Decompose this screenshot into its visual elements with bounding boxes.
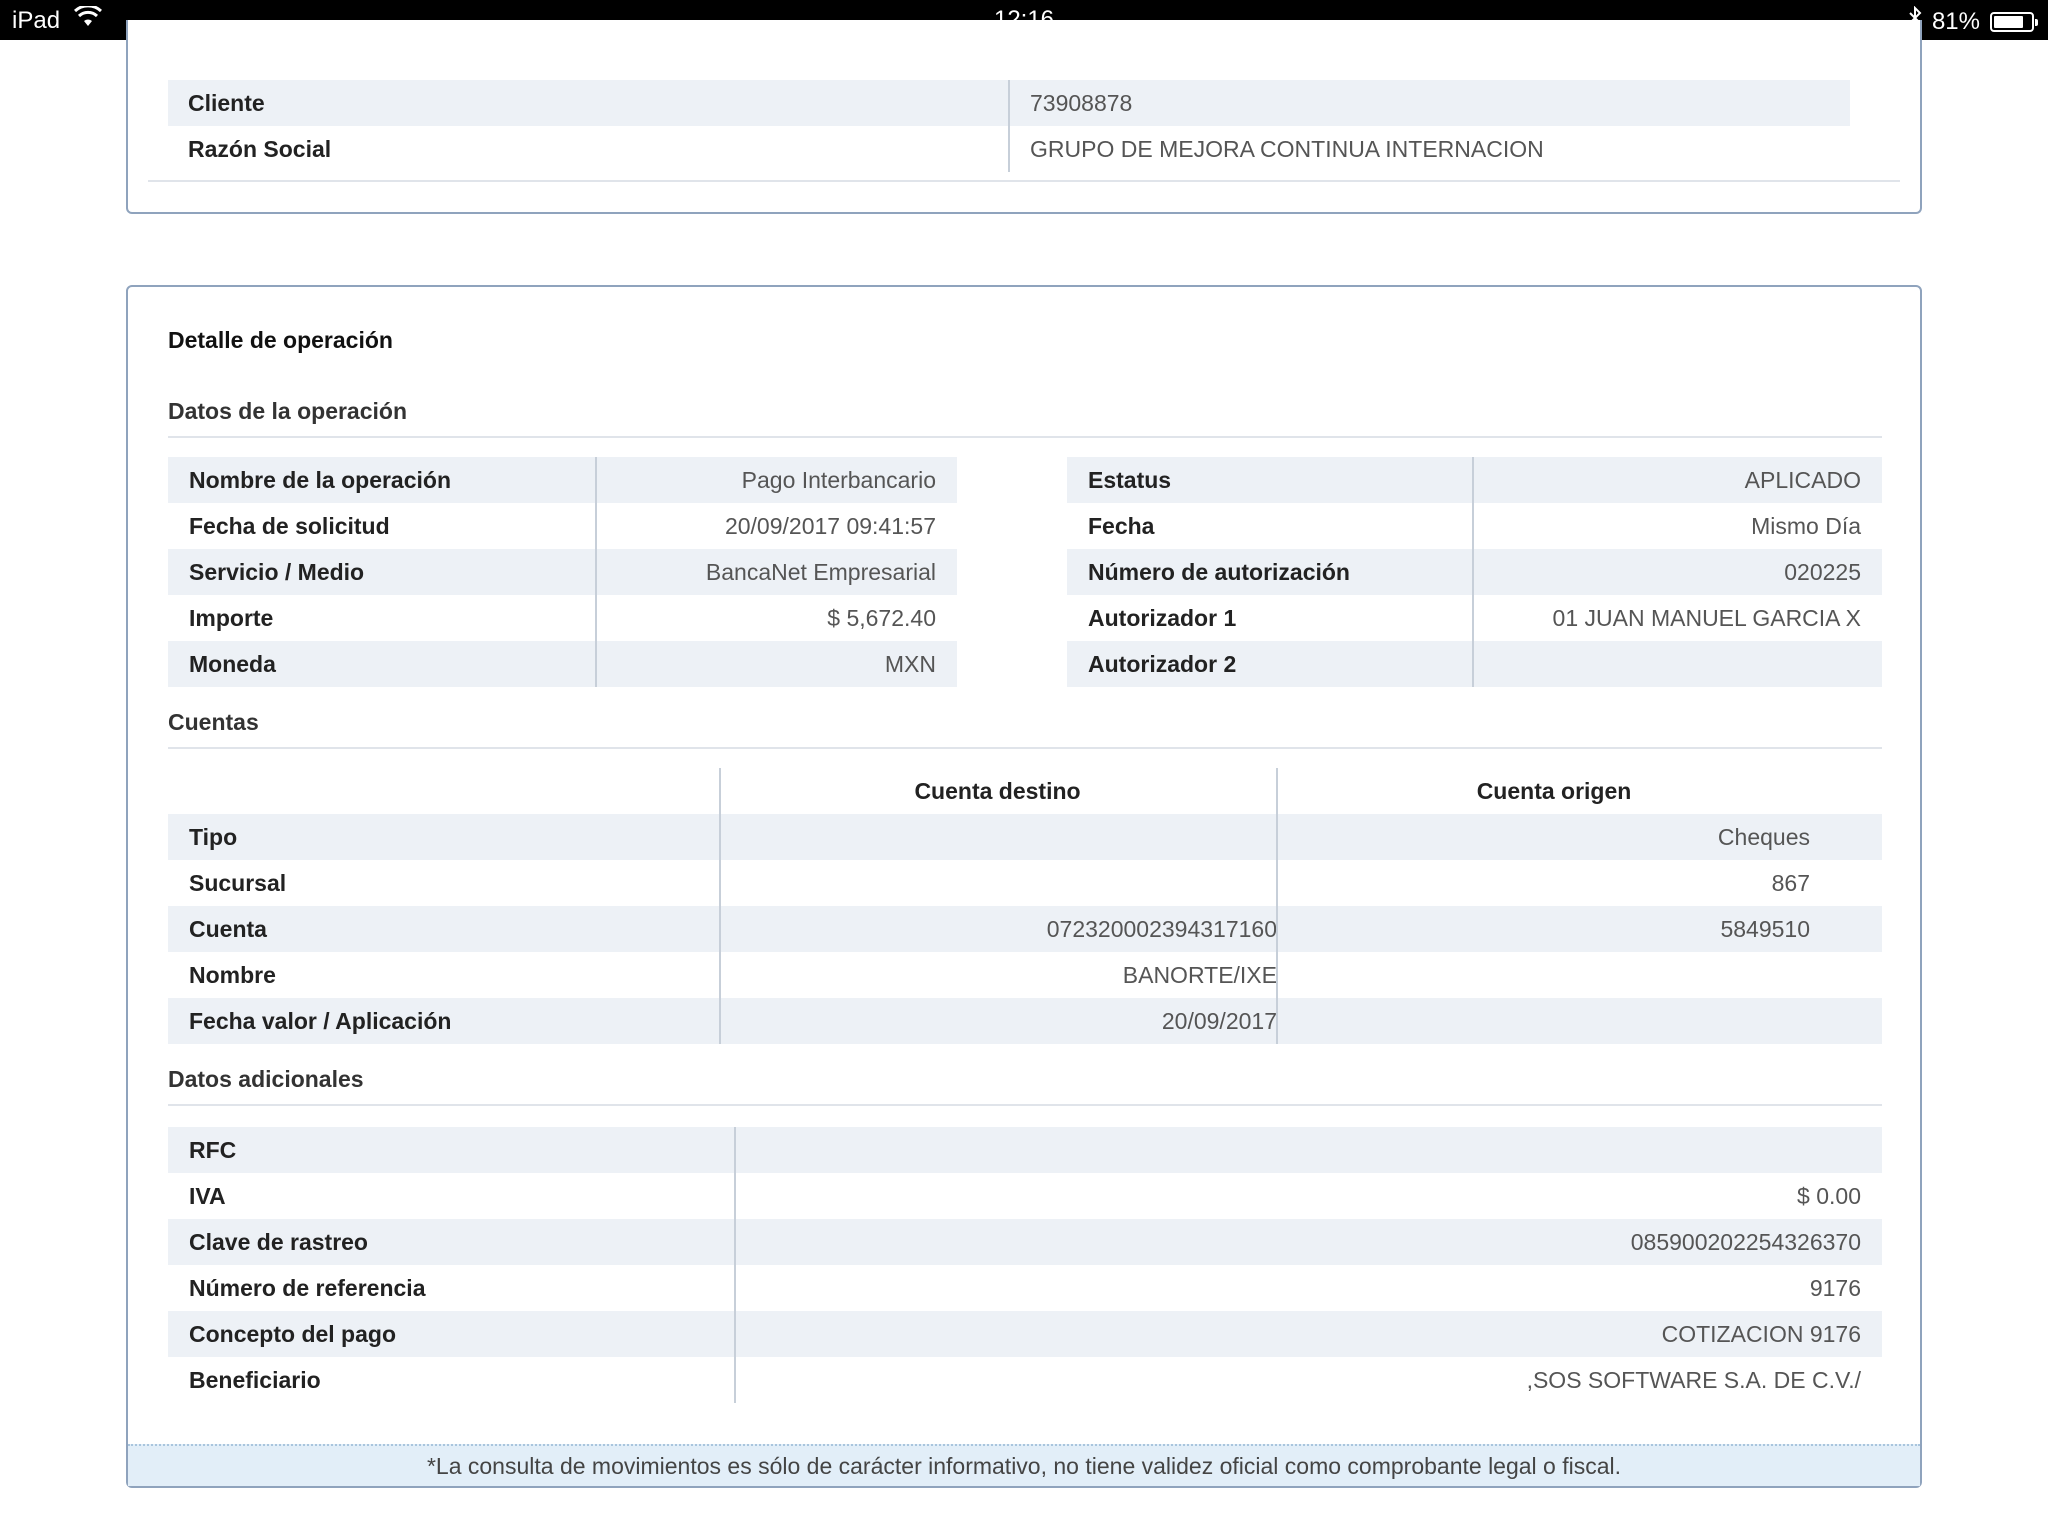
panel-title: Detalle de operación xyxy=(168,327,393,353)
table-row: Autorizador 2 xyxy=(1067,641,1882,687)
operation-detail-panel: Detalle de operación Datos de la operaci… xyxy=(126,285,1922,1488)
accounts-header-row: Cuenta destino Cuenta origen xyxy=(168,768,1882,814)
account-origin: 5849510 xyxy=(1720,916,1810,942)
status-bar-right: 81% xyxy=(1908,5,2038,37)
name-label: Nombre xyxy=(189,962,276,988)
additional-table: RFC IVA $ 0.00 Clave de rastreo 08590020… xyxy=(168,1127,1882,1403)
destination-account-header: Cuenta destino xyxy=(914,778,1081,804)
table-row: Beneficiario ,SOS SOFTWARE S.A. DE C.V./ xyxy=(168,1357,1882,1403)
disclaimer: *La consulta de movimientos es sólo de c… xyxy=(128,1444,1920,1486)
beneficiary-label: Beneficiario xyxy=(189,1367,321,1393)
table-row: Número de autorización 020225 xyxy=(1067,549,1882,595)
tracking-key-value: 085900202254326370 xyxy=(1630,1229,1861,1255)
authorization-number-label: Número de autorización xyxy=(1088,559,1350,585)
table-row: Estatus APLICADO xyxy=(1067,457,1882,503)
client-value: 73908878 xyxy=(1030,90,1133,116)
authorization-number-value: 020225 xyxy=(1784,559,1861,585)
amount-value: $ 5,672.40 xyxy=(827,605,936,631)
table-row: Número de referencia 9176 xyxy=(168,1265,1882,1311)
date-value: Mismo Día xyxy=(1751,513,1861,539)
value-date-destination: 20/09/2017 xyxy=(1161,1008,1277,1034)
service-value: BancaNet Empresarial xyxy=(705,559,936,585)
type-label: Tipo xyxy=(189,824,238,850)
reference-number-label: Número de referencia xyxy=(189,1275,426,1301)
value-date-label: Fecha valor / Aplicación xyxy=(189,1008,452,1034)
additional-section-title: Datos adicionales xyxy=(168,1066,364,1092)
beneficiary-value: ,SOS SOFTWARE S.A. DE C.V./ xyxy=(1526,1367,1861,1393)
request-date-value: 20/09/2017 09:41:57 xyxy=(724,513,936,539)
iva-value: $ 0.00 xyxy=(1797,1183,1861,1209)
business-name-label: Razón Social xyxy=(188,136,332,162)
accounts-section-title: Cuentas xyxy=(168,709,259,735)
table-row: Fecha valor / Aplicación 20/09/2017 xyxy=(168,998,1882,1044)
table-row: Moneda MXN xyxy=(168,641,957,687)
table-row: Sucursal 867 xyxy=(168,860,1882,906)
currency-label: Moneda xyxy=(189,651,276,677)
type-origin: Cheques xyxy=(1717,824,1810,850)
authorizer-1-value: 01 JUAN MANUEL GARCIA X xyxy=(1552,605,1861,631)
column-divider xyxy=(1276,768,1278,1044)
status-value: APLICADO xyxy=(1744,467,1861,493)
column-divider xyxy=(1472,457,1474,687)
operation-name-label: Nombre de la operación xyxy=(189,467,452,493)
operation-left-table: Nombre de la operación Pago Interbancari… xyxy=(168,457,957,687)
section-divider xyxy=(168,747,1882,749)
table-row: Nombre BANORTE/IXE xyxy=(168,952,1882,998)
table-row: Cuenta 072320002394317160 5849510 xyxy=(168,906,1882,952)
account-destination: 072320002394317160 xyxy=(1046,916,1277,942)
divider xyxy=(148,180,1900,182)
payment-concept-value: COTIZACION 9176 xyxy=(1661,1321,1861,1347)
operation-right-table: Estatus APLICADO Fecha Mismo Día Número … xyxy=(1067,457,1882,687)
payment-concept-label: Concepto del pago xyxy=(189,1321,396,1347)
table-row: Clave de rastreo 085900202254326370 xyxy=(168,1219,1882,1265)
table-row: Autorizador 1 01 JUAN MANUEL GARCIA X xyxy=(1067,595,1882,641)
battery-level xyxy=(1994,15,2024,28)
battery-icon xyxy=(1990,11,2038,32)
table-row: Nombre de la operación Pago Interbancari… xyxy=(168,457,957,503)
client-label: Cliente xyxy=(188,90,265,116)
column-divider xyxy=(595,457,597,687)
request-date-label: Fecha de solicitud xyxy=(189,513,390,539)
column-divider xyxy=(719,768,721,1044)
status-label: Estatus xyxy=(1088,467,1172,493)
column-divider xyxy=(734,1127,736,1403)
table-row: Concepto del pago COTIZACION 9176 xyxy=(168,1311,1882,1357)
table-row: IVA $ 0.00 xyxy=(168,1173,1882,1219)
currency-value: MXN xyxy=(884,651,936,677)
authorizer-1-label: Autorizador 1 xyxy=(1088,605,1237,631)
table-row: Servicio / Medio BancaNet Empresarial xyxy=(168,549,957,595)
reference-number-value: 9176 xyxy=(1809,1275,1861,1301)
operation-name-value: Pago Interbancario xyxy=(741,467,936,493)
name-destination: BANORTE/IXE xyxy=(1122,962,1277,988)
client-info-panel: Cliente 73908878 Razón Social GRUPO DE M… xyxy=(126,20,1922,214)
table-row: Fecha de solicitud 20/09/2017 09:41:57 xyxy=(168,503,957,549)
battery-percentage: 81% xyxy=(1931,7,1980,35)
iva-label: IVA xyxy=(189,1183,226,1209)
rfc-label: RFC xyxy=(189,1137,237,1163)
column-divider xyxy=(1008,80,1010,172)
branch-origin: 867 xyxy=(1771,870,1810,896)
table-row: Fecha Mismo Día xyxy=(1067,503,1882,549)
tracking-key-label: Clave de rastreo xyxy=(189,1229,368,1255)
branch-label: Sucursal xyxy=(189,870,287,896)
accounts-table: Cuenta destino Cuenta origen Tipo Cheque… xyxy=(168,768,1882,1044)
origin-account-header: Cuenta origen xyxy=(1476,778,1632,804)
account-label: Cuenta xyxy=(189,916,267,942)
table-row: Importe $ 5,672.40 xyxy=(168,595,957,641)
section-divider xyxy=(168,1104,1882,1106)
table-row: Tipo Cheques xyxy=(168,814,1882,860)
date-label: Fecha xyxy=(1088,513,1155,539)
table-row: RFC xyxy=(168,1127,1882,1173)
authorizer-2-label: Autorizador 2 xyxy=(1088,651,1237,677)
business-name-value: GRUPO DE MEJORA CONTINUA INTERNACION xyxy=(1030,136,1544,162)
service-label: Servicio / Medio xyxy=(189,559,365,585)
amount-label: Importe xyxy=(189,605,274,631)
section-divider xyxy=(168,436,1882,438)
operation-section-title: Datos de la operación xyxy=(168,398,408,424)
